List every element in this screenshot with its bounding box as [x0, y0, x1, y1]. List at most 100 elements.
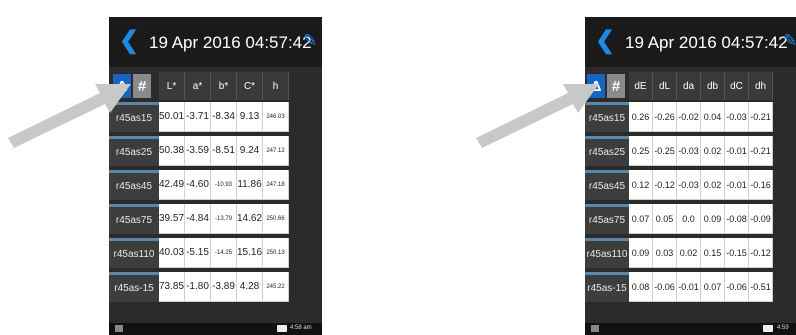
table-cell: 0.25	[629, 136, 653, 166]
table-cell: -0.21	[749, 136, 773, 166]
status-time: 4:59	[777, 325, 789, 331]
table-cell: 15.16	[237, 238, 263, 268]
table-cell: 9.24	[237, 136, 263, 166]
table-cell: -0.12	[749, 238, 773, 268]
table-cell: 50.38	[159, 136, 185, 166]
table-cell: -0.02	[677, 102, 701, 132]
table-cell: -8.51	[211, 136, 237, 166]
table-cell: 9.13	[237, 102, 263, 132]
table-cell: 0.05	[653, 204, 677, 234]
row-label[interactable]: r45as75	[585, 204, 629, 234]
table-cell: 247.12	[263, 136, 289, 166]
column-header[interactable]: dC	[725, 72, 749, 100]
row-label[interactable]: r45as110	[585, 238, 629, 268]
back-chevron-icon[interactable]: ❮	[595, 29, 615, 53]
table-cell: -4.84	[185, 204, 211, 234]
right-status-bar: 4:59	[585, 323, 796, 335]
arrow-pointer-icon	[8, 84, 131, 148]
table-cell: -0.01	[725, 136, 749, 166]
table-cell: 0.04	[701, 102, 725, 132]
table-cell: -0.03	[677, 136, 701, 166]
table-cell: -13.79	[211, 204, 237, 234]
column-header[interactable]: a*	[185, 72, 211, 100]
row-label[interactable]: r45as-15	[109, 272, 159, 302]
table-cell: -0.21	[749, 102, 773, 132]
table-cell: 0.09	[629, 238, 653, 268]
table-cell: 4.28	[237, 272, 263, 302]
table-cell: 0.09	[701, 204, 725, 234]
table-cell: -0.12	[653, 170, 677, 200]
pencil-icon[interactable]: ✎	[303, 31, 317, 51]
table-cell: 42.49	[159, 170, 185, 200]
left-title: 19 Apr 2016 04:57:42	[149, 33, 312, 52]
table-cell: 0.0	[677, 204, 701, 234]
table-cell: -3.59	[185, 136, 211, 166]
table-cell: -0.15	[725, 238, 749, 268]
column-header[interactable]: dh	[749, 72, 773, 100]
notification-icon	[115, 325, 123, 332]
table-cell: 0.26	[629, 102, 653, 132]
table-cell: 250.66	[263, 204, 289, 234]
table-cell: -0.08	[725, 204, 749, 234]
row-label[interactable]: r45as45	[109, 170, 159, 200]
status-time: 4:58 am	[290, 325, 312, 331]
table-cell: 0.03	[653, 238, 677, 268]
table-cell: -0.01	[725, 170, 749, 200]
table-cell: -0.03	[725, 102, 749, 132]
table-cell: 39.57	[159, 204, 185, 234]
table-cell: -0.06	[653, 272, 677, 302]
column-header[interactable]: db	[701, 72, 725, 100]
battery-icon	[763, 325, 773, 332]
table-cell: 0.02	[701, 170, 725, 200]
pencil-icon[interactable]: ✎	[783, 31, 796, 51]
table-cell: 247.18	[263, 170, 289, 200]
table-cell: -5.15	[185, 238, 211, 268]
table-cell: -0.25	[653, 136, 677, 166]
table-cell: 245.22	[263, 272, 289, 302]
table-cell: 14.62	[237, 204, 263, 234]
table-cell: 0.07	[629, 204, 653, 234]
arrow-pointer-icon	[476, 84, 599, 148]
column-header[interactable]: da	[677, 72, 701, 100]
row-label[interactable]: r45as45	[585, 170, 629, 200]
table-cell: -3.89	[211, 272, 237, 302]
table-cell: -0.09	[749, 204, 773, 234]
left-status-bar: 4:58 am	[109, 323, 322, 335]
table-cell: -0.51	[749, 272, 773, 302]
row-label[interactable]: r45as75	[109, 204, 159, 234]
table-cell: 0.15	[701, 238, 725, 268]
table-cell: 246.03	[263, 102, 289, 132]
table-cell: -3.71	[185, 102, 211, 132]
table-cell: 73.85	[159, 272, 185, 302]
right-title: 19 Apr 2016 04:57:42	[625, 33, 788, 52]
row-label[interactable]: r45as110	[109, 238, 159, 268]
table-cell: -0.06	[725, 272, 749, 302]
table-cell: -8.34	[211, 102, 237, 132]
table-cell: -0.16	[749, 170, 773, 200]
table-cell: -0.01	[677, 272, 701, 302]
column-header[interactable]: b*	[211, 72, 237, 100]
table-cell: -10.93	[211, 170, 237, 200]
table-cell: 0.02	[677, 238, 701, 268]
column-header[interactable]: C*	[237, 72, 263, 100]
table-cell: 0.02	[701, 136, 725, 166]
table-cell: 250.13	[263, 238, 289, 268]
table-cell: 11.86	[237, 170, 263, 200]
table-cell: -0.03	[677, 170, 701, 200]
column-header[interactable]: dL	[653, 72, 677, 100]
battery-icon	[277, 325, 287, 332]
table-cell: -1.80	[185, 272, 211, 302]
column-header[interactable]: L*	[159, 72, 185, 100]
column-header[interactable]: dE	[629, 72, 653, 100]
table-cell: -4.60	[185, 170, 211, 200]
table-cell: -0.26	[653, 102, 677, 132]
table-cell: 0.07	[701, 272, 725, 302]
table-cell: 0.12	[629, 170, 653, 200]
table-cell: 40.03	[159, 238, 185, 268]
column-header[interactable]: h	[263, 72, 289, 100]
row-label[interactable]: r45as-15	[585, 272, 629, 302]
notification-icon	[591, 325, 599, 332]
back-chevron-icon[interactable]: ❮	[119, 29, 139, 53]
table-cell: 50.01	[159, 102, 185, 132]
table-cell: 0.08	[629, 272, 653, 302]
